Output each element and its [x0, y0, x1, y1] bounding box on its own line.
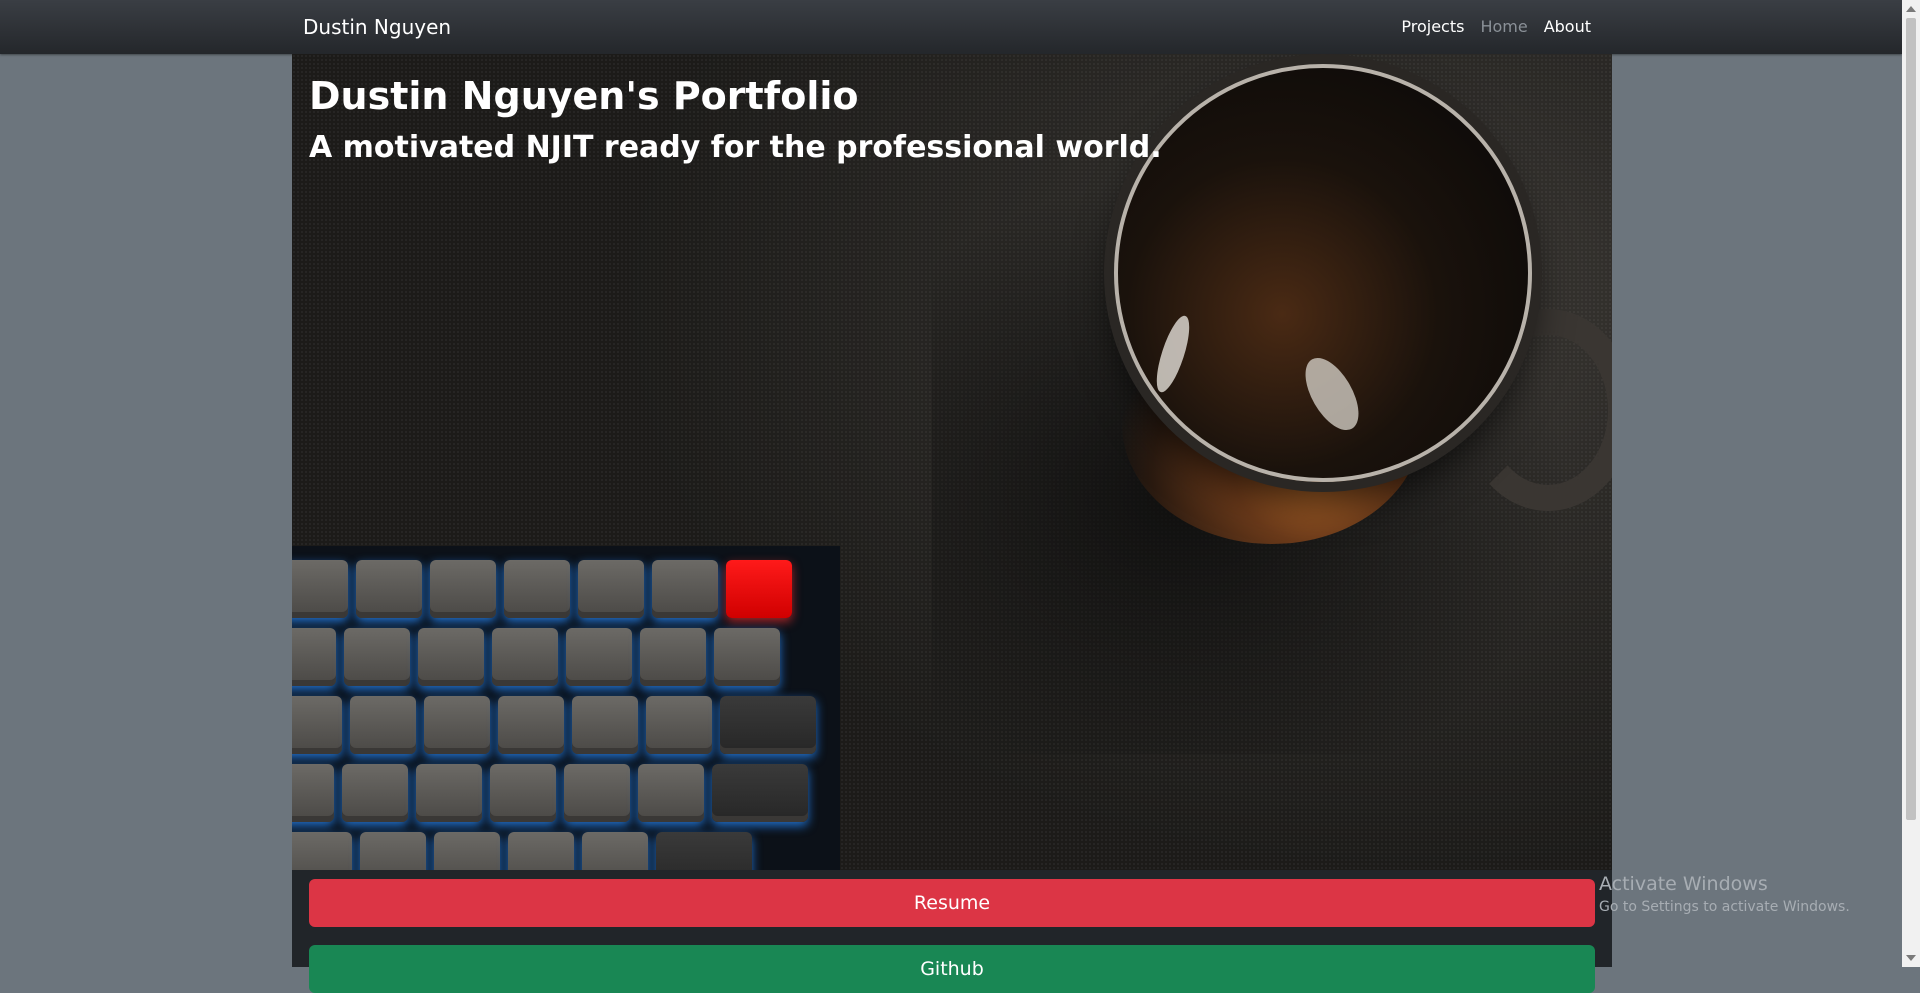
keycap	[342, 764, 408, 822]
keycap	[430, 560, 496, 618]
keycap	[360, 832, 426, 870]
keycap	[566, 628, 632, 686]
keycap	[646, 696, 712, 754]
keycap-capslock	[712, 764, 808, 822]
page-subtitle: A motivated NJIT ready for the professio…	[309, 130, 1162, 165]
scroll-up-icon[interactable]	[1906, 6, 1916, 12]
keycap	[292, 696, 342, 754]
keycap	[356, 560, 422, 618]
nav-link-about[interactable]: About	[1544, 17, 1591, 36]
keycap	[292, 628, 336, 686]
watermark-subtitle: Go to Settings to activate Windows.	[1599, 899, 1850, 915]
keycap	[572, 696, 638, 754]
windows-activation-watermark: Activate Windows Go to Settings to activ…	[1599, 873, 1850, 915]
keycap	[344, 628, 410, 686]
keycap	[652, 560, 718, 618]
coffee-mug	[1114, 64, 1532, 482]
keycap	[714, 628, 780, 686]
nav-link-projects[interactable]: Projects	[1401, 17, 1464, 36]
vertical-scrollbar[interactable]	[1902, 0, 1920, 967]
hero-image: Dustin Nguyen's Portfolio A motivated NJ…	[292, 54, 1612, 870]
keycap	[638, 764, 704, 822]
keycap	[416, 764, 482, 822]
keycap	[434, 832, 500, 870]
github-button[interactable]: Github	[309, 945, 1595, 993]
keycap	[424, 696, 490, 754]
scrollbar-thumb[interactable]	[1906, 18, 1916, 820]
page-title: Dustin Nguyen's Portfolio	[309, 74, 859, 118]
keycap	[640, 628, 706, 686]
main-container: Dustin Nguyen's Portfolio A motivated NJ…	[292, 54, 1612, 993]
nav-link-home[interactable]: Home	[1480, 17, 1527, 36]
keycap-esc	[726, 560, 792, 618]
keycap	[578, 560, 644, 618]
watermark-title: Activate Windows	[1599, 873, 1768, 895]
keycap	[418, 628, 484, 686]
keycap	[292, 832, 352, 870]
keycap-tab	[720, 696, 816, 754]
keycap	[292, 764, 334, 822]
keycap	[504, 560, 570, 618]
keycap	[350, 696, 416, 754]
scroll-down-icon[interactable]	[1906, 955, 1916, 961]
keycap	[508, 832, 574, 870]
keycap	[292, 560, 348, 618]
resume-button[interactable]: Resume	[309, 879, 1595, 927]
keycap	[490, 764, 556, 822]
keyboard	[292, 546, 840, 870]
keycap-shift	[656, 832, 752, 870]
keycap	[498, 696, 564, 754]
nav-links: Projects Home About	[1401, 17, 1591, 36]
navbar-brand[interactable]: Dustin Nguyen	[303, 15, 451, 39]
keycap	[582, 832, 648, 870]
keycap	[492, 628, 558, 686]
keycap	[564, 764, 630, 822]
top-navbar: Dustin Nguyen Projects Home About	[0, 0, 1902, 54]
